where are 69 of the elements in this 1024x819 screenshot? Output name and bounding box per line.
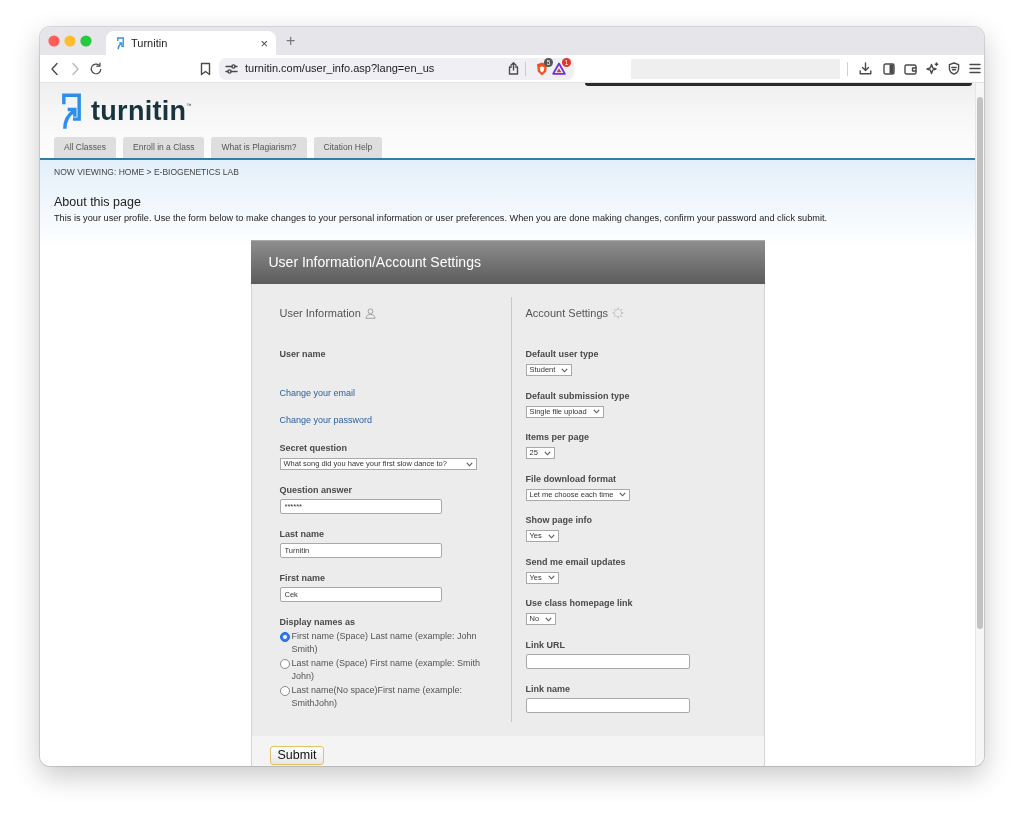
nav-tab[interactable]: Citation Help: [313, 137, 383, 158]
bookmark-icon[interactable]: [200, 61, 211, 76]
radio-label: Last name(No space)First name (example: SmithJohn): [291, 683, 464, 711]
radio-label: Last name (Space) First name (example: Smith John): [291, 656, 482, 684]
new-tab-button[interactable]: +: [286, 33, 296, 49]
field-label: Question answer: [279, 483, 354, 496]
chevron-down-icon: [545, 616, 553, 622]
wallet-icon[interactable]: [904, 62, 917, 75]
section-heading: User Information: [279, 306, 361, 320]
field-label: Use class homepage link: [525, 597, 634, 609]
tab-close-button[interactable]: ×: [260, 36, 268, 50]
field-label: Items per page: [525, 431, 591, 443]
radio-button[interactable]: [279, 685, 290, 696]
panel-header: User Information/Account Settings: [250, 240, 765, 284]
triangle-icon[interactable]: [552, 62, 566, 75]
site-settings-icon[interactable]: [225, 62, 238, 75]
tab-title: Turnitin: [131, 35, 169, 51]
field-label: Show page info: [525, 514, 593, 526]
field-label: File download format: [525, 472, 617, 485]
share-icon[interactable]: [508, 62, 519, 75]
browser-tab[interactable]: Turnitin ×: [106, 31, 276, 55]
nav-tab[interactable]: Enroll in a Class: [123, 137, 205, 158]
radio-label: First name (Space) Last name (example: John Smith): [291, 629, 478, 657]
field-label: Send me email updates: [525, 555, 627, 568]
settings-link[interactable]: Change your email: [279, 387, 356, 399]
radio-button[interactable]: [279, 658, 290, 669]
person-icon: [364, 307, 376, 319]
vpn-shield-icon[interactable]: [948, 62, 960, 75]
sidebar-icon[interactable]: [883, 62, 895, 75]
nav-tab[interactable]: What is Plagiarism?: [211, 137, 307, 158]
field-label: Secret question: [279, 442, 349, 454]
chevron-down-icon: [547, 533, 555, 539]
field-label: Link name: [525, 682, 571, 695]
chevron-down-icon: [619, 492, 627, 497]
chevron-down-icon: [465, 461, 473, 467]
settings-link[interactable]: Change your password: [279, 414, 373, 426]
field-label: User name: [279, 348, 327, 360]
shield-icon[interactable]: [536, 61, 548, 76]
field-label: Default user type: [525, 348, 600, 360]
field-label: Last name: [279, 527, 326, 540]
back-icon[interactable]: [50, 61, 59, 76]
download-icon[interactable]: [859, 62, 872, 75]
sparkle-icon[interactable]: [926, 62, 939, 75]
breadcrumb-link[interactable]: E-BIOGENETICS LAB: [153, 167, 239, 177]
chevron-down-icon: [543, 450, 551, 456]
nav-tab[interactable]: All Classes: [54, 137, 117, 158]
section-title: About this page: [54, 194, 142, 210]
text-input[interactable]: [525, 697, 690, 713]
submit-button[interactable]: Submit: [269, 745, 325, 765]
field-label: Link URL: [525, 638, 566, 651]
logo-text[interactable]: turnitin$^{™}$: [91, 97, 192, 125]
radio-button[interactable]: [279, 631, 290, 642]
field-label: First name: [279, 571, 326, 584]
breadcrumb: NOW VIEWING: HOME > E-BIOGENETICS LAB: [54, 166, 240, 178]
section-heading: Account Settings: [525, 306, 609, 320]
menu-icon[interactable]: [969, 63, 981, 74]
text-input[interactable]: [525, 653, 690, 669]
favicon-icon: [116, 36, 125, 50]
page-description: This is your user profile. Use the form below to make changes to your personal information or user preferences. When you are done making changes, confirm your password and click submit.: [54, 212, 829, 224]
scrollbar-thumb[interactable]: [977, 97, 983, 629]
gear-icon: [612, 307, 625, 319]
logo-icon[interactable]: [60, 91, 83, 131]
reload-icon[interactable]: [89, 61, 103, 76]
field-label: Default submission type: [525, 389, 631, 402]
chevron-down-icon: [561, 367, 569, 373]
chevron-down-icon: [592, 409, 600, 414]
field-label: Display names as: [279, 615, 357, 628]
breadcrumb-link[interactable]: HOME: [118, 167, 145, 177]
chevron-down-icon: [547, 575, 555, 580]
